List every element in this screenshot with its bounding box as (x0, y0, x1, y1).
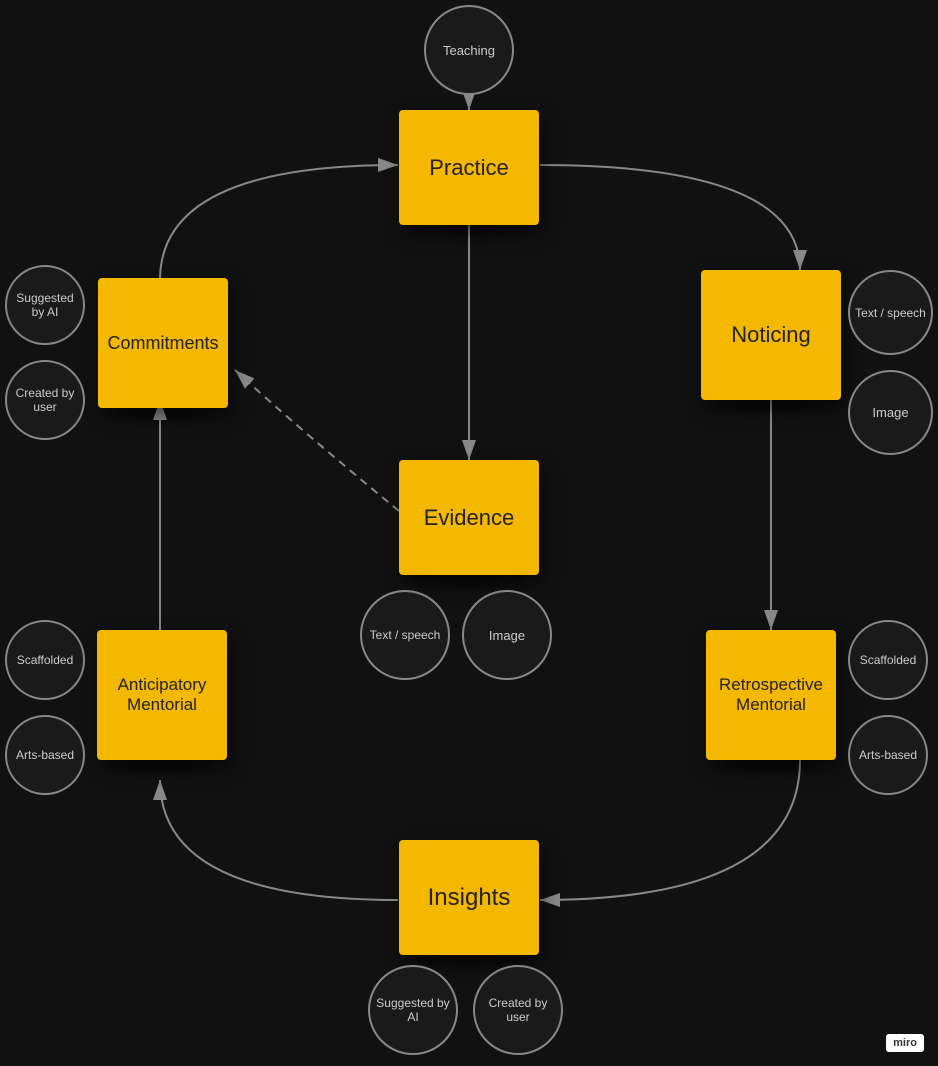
anticipatory-label: Anticipatory Mentorial (97, 675, 227, 715)
created-user-bottom-label: Created by user (475, 992, 561, 1028)
created-user-left-label: Created by user (7, 382, 83, 418)
image-right-top-circle: Image (848, 370, 933, 455)
created-user-bottom-circle: Created by user (473, 965, 563, 1055)
scaffolded-right-label: Scaffolded (856, 649, 921, 671)
retrospective-note[interactable]: Retrospective Mentorial (706, 630, 836, 760)
evidence-label: Evidence (424, 505, 515, 531)
evidence-note[interactable]: Evidence (399, 460, 539, 575)
text-speech-center-label: Text / speech (366, 624, 445, 646)
suggested-ai-bottom-circle: Suggested by AI (368, 965, 458, 1055)
scaffolded-right-circle: Scaffolded (848, 620, 928, 700)
noticing-note[interactable]: Noticing (701, 270, 841, 400)
scaffolded-left-label: Scaffolded (13, 649, 78, 671)
suggested-ai-left-circle: Suggested by AI (5, 265, 85, 345)
teaching-circle: Teaching (424, 5, 514, 95)
arts-based-left-label: Arts-based (12, 744, 78, 766)
suggested-ai-left-label: Suggested by AI (7, 287, 83, 323)
practice-note[interactable]: Practice (399, 110, 539, 225)
suggested-ai-bottom-label: Suggested by AI (370, 992, 456, 1028)
anticipatory-note[interactable]: Anticipatory Mentorial (97, 630, 227, 760)
arts-based-right-circle: Arts-based (848, 715, 928, 795)
arts-based-left-circle: Arts-based (5, 715, 85, 795)
text-speech-right-top-circle: Text / speech (848, 270, 933, 355)
image-center-label: Image (489, 628, 525, 643)
practice-label: Practice (429, 155, 508, 181)
noticing-label: Noticing (731, 322, 810, 348)
commitments-label: Commitments (107, 333, 218, 354)
image-right-top-label: Image (872, 405, 908, 420)
teaching-label: Teaching (443, 43, 495, 58)
insights-label: Insights (428, 884, 511, 912)
scaffolded-left-circle: Scaffolded (5, 620, 85, 700)
text-speech-center-circle: Text / speech (360, 590, 450, 680)
miro-badge: miro (886, 1034, 924, 1052)
arts-based-right-label: Arts-based (855, 744, 921, 766)
insights-note[interactable]: Insights (399, 840, 539, 955)
commitments-note[interactable]: Commitments (98, 278, 228, 408)
created-user-left-circle: Created by user (5, 360, 85, 440)
text-speech-right-top-label: Text / speech (851, 302, 930, 324)
retrospective-label: Retrospective Mentorial (706, 675, 836, 715)
image-center-circle: Image (462, 590, 552, 680)
